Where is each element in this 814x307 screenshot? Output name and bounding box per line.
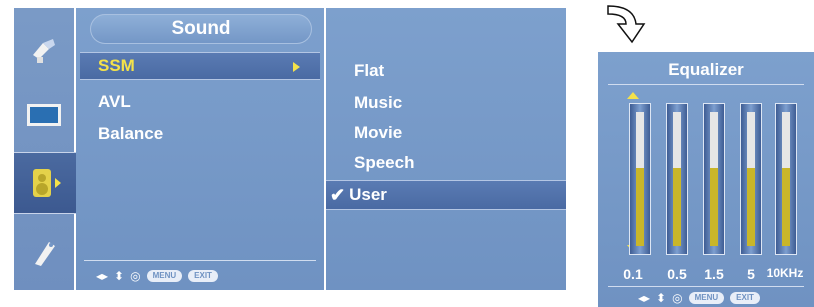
menu-item-label: AVL	[98, 92, 131, 111]
equalizer-title: Equalizer	[668, 60, 744, 79]
ok-circle-icon: ◎	[672, 291, 683, 305]
ssm-option-speech[interactable]: Speech	[326, 148, 566, 178]
ssm-submenu-panel: Flat Music Movie Speech ✔ User	[326, 8, 566, 290]
left-right-arrows-icon: ◂▸	[96, 269, 109, 283]
eq-band-slider[interactable]	[704, 104, 724, 254]
ssm-option-user[interactable]: ✔ User	[326, 180, 566, 210]
option-label: User	[349, 185, 387, 204]
left-right-arrows-icon: ◂▸	[638, 291, 651, 305]
curved-arrow-icon	[607, 5, 646, 44]
ssm-option-music[interactable]: Music	[326, 88, 566, 118]
band-level-fill	[673, 168, 681, 246]
divider	[84, 260, 316, 261]
category-rail	[14, 8, 76, 290]
option-label: Music	[354, 93, 403, 112]
band-frequency-label: 0.5	[667, 266, 687, 282]
band-frequency-label: 10KHz	[766, 266, 804, 280]
eq-band-slider[interactable]	[630, 104, 650, 254]
band-level-fill	[710, 168, 718, 246]
option-label: Flat	[354, 61, 385, 80]
ssm-option-movie[interactable]: Movie	[326, 118, 566, 148]
screen-settings-icon[interactable]	[18, 86, 70, 146]
eq-band-slider[interactable]	[741, 104, 761, 254]
equalizer-panel: Equalizer 0.1 0.5 1.5 5 10KHz ◂▸ ⬍ ◎ MEN…	[598, 52, 814, 307]
menu-button[interactable]: MENU	[688, 292, 725, 304]
option-label: Movie	[354, 123, 403, 142]
up-down-arrows-icon: ⬍	[656, 291, 667, 305]
band-frequency-label: 0.1	[623, 266, 643, 282]
sound-menu-panel: Sound SSM AVL Balance ◂▸ ⬍ ◎ MENU EXIT	[76, 8, 324, 290]
band-level-fill	[636, 168, 644, 246]
level-up-icon	[627, 92, 639, 99]
submenu-arrow-icon	[293, 62, 300, 72]
checkmark-icon: ✔	[330, 184, 346, 205]
menu-item-avl[interactable]: AVL	[80, 88, 320, 116]
eq-band-slider[interactable]	[776, 104, 796, 254]
menu-item-label: SSM	[98, 56, 135, 75]
sound-settings-icon[interactable]	[14, 152, 76, 214]
nav-hint-bar: ◂▸ ⬍ ◎ MENU EXIT	[638, 291, 760, 305]
nav-hint-bar: ◂▸ ⬍ ◎ MENU EXIT	[96, 268, 218, 284]
menu-button[interactable]: MENU	[146, 270, 183, 282]
menu-item-label: Balance	[98, 124, 164, 143]
band-level-fill	[747, 168, 755, 246]
exit-button[interactable]: EXIT	[188, 270, 218, 282]
band-level-fill	[782, 168, 790, 246]
menu-item-ssm[interactable]: SSM	[80, 52, 320, 80]
option-label: Speech	[354, 153, 415, 172]
picture-settings-icon[interactable]	[18, 20, 70, 80]
exit-button[interactable]: EXIT	[730, 292, 760, 304]
up-down-arrows-icon: ⬍	[114, 269, 125, 283]
band-frequency-label: 1.5	[704, 266, 724, 282]
menu-item-balance[interactable]: Balance	[80, 120, 320, 148]
ssm-option-flat[interactable]: Flat	[326, 56, 566, 86]
ok-circle-icon: ◎	[130, 269, 141, 283]
divider	[608, 84, 804, 85]
divider	[608, 286, 804, 287]
option-tag-icon[interactable]	[18, 222, 70, 282]
menu-title: Sound	[90, 14, 312, 44]
eq-band-slider[interactable]	[667, 104, 687, 254]
